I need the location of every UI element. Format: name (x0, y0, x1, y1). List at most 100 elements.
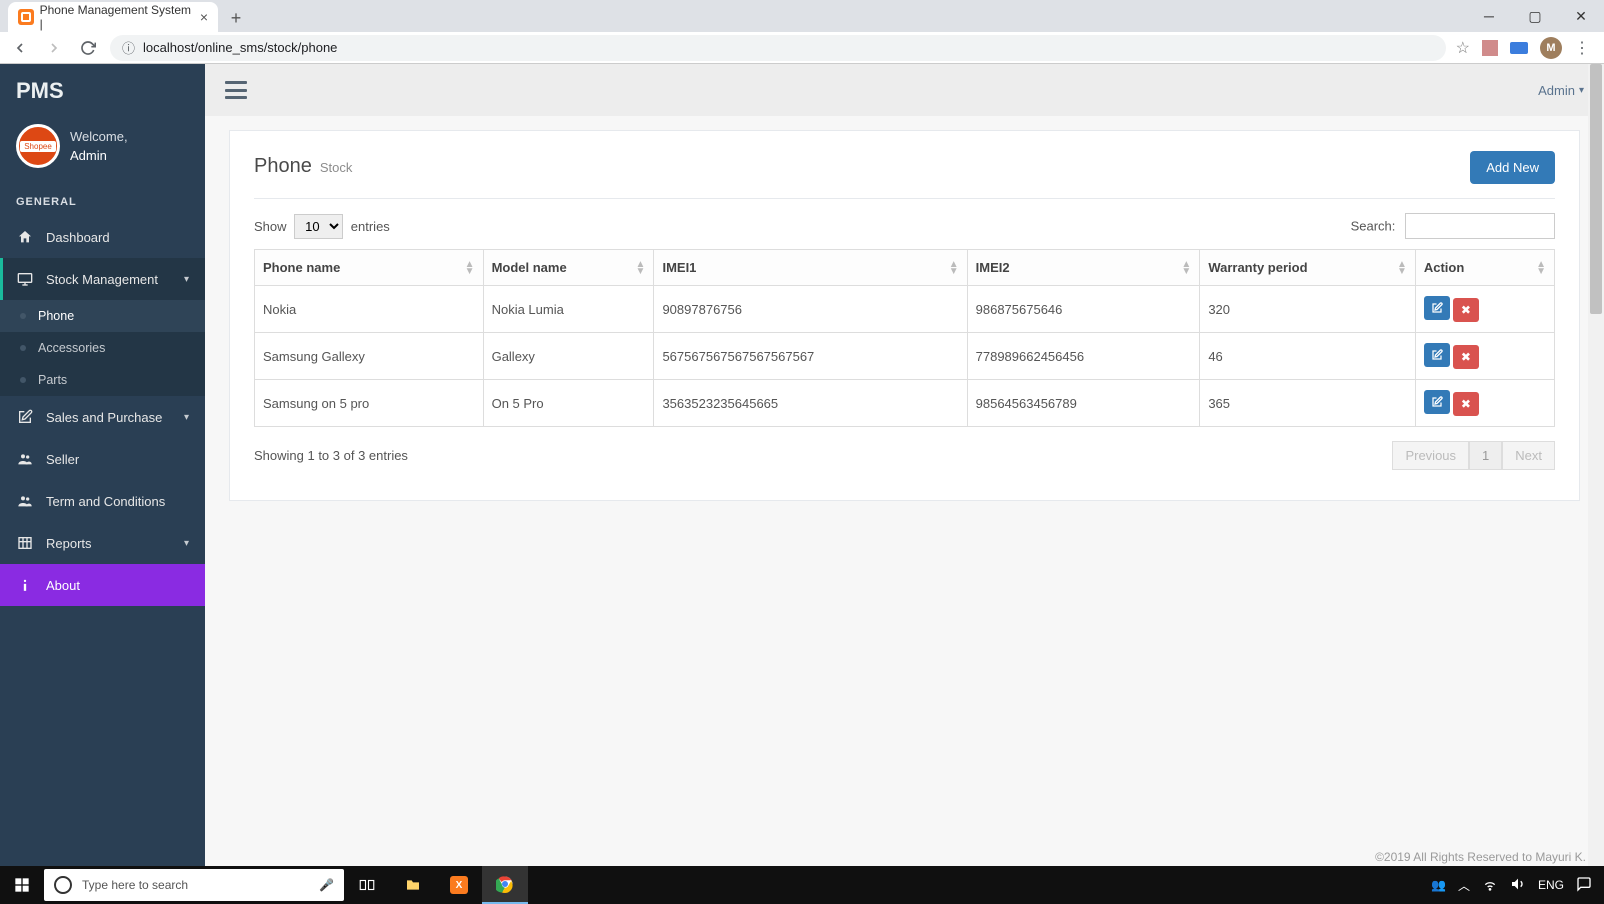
home-icon (16, 228, 34, 246)
delete-button[interactable]: ✖ (1453, 345, 1479, 369)
sort-icon: ▲▼ (1536, 261, 1546, 275)
sidebar-item-seller[interactable]: Seller (0, 438, 205, 480)
sidebar-subitem-accessories[interactable]: Accessories (0, 332, 205, 364)
info-icon: ⓘ (122, 38, 135, 57)
language-indicator[interactable]: ENG (1538, 878, 1564, 892)
chevron-down-icon: ▾ (184, 412, 189, 423)
sidebar-subitem-parts[interactable]: Parts (0, 364, 205, 396)
taskbar-search[interactable]: Type here to search 🎤 (44, 869, 344, 901)
sidebar-item-about[interactable]: About (0, 564, 205, 606)
scrollbar-thumb[interactable] (1590, 64, 1602, 314)
volume-icon[interactable] (1510, 876, 1526, 895)
delete-button[interactable]: ✖ (1453, 392, 1479, 416)
notifications-icon[interactable] (1576, 876, 1592, 895)
file-explorer-icon[interactable] (390, 866, 436, 904)
chrome-icon[interactable] (482, 866, 528, 904)
col-model-name[interactable]: Model name▲▼ (483, 250, 654, 286)
browser-menu-icon[interactable]: ⋮ (1574, 38, 1590, 58)
page-title-main: Phone (254, 155, 312, 178)
sidebar-item-dashboard[interactable]: Dashboard (0, 216, 205, 258)
wifi-icon[interactable] (1482, 876, 1498, 895)
sidebar-subitem-phone[interactable]: Phone (0, 300, 205, 332)
address-bar[interactable]: ⓘ localhost/online_sms/stock/phone (110, 35, 1446, 61)
table-info: Showing 1 to 3 of 3 entries (254, 448, 408, 463)
sort-icon: ▲▼ (1397, 261, 1407, 275)
sidebar-label: Seller (46, 452, 79, 467)
col-label: IMEI2 (976, 260, 1010, 275)
cell-imei2: 98564563456789 (967, 380, 1200, 427)
col-action: Action ▲▼ (1415, 250, 1554, 286)
xampp-icon[interactable]: X (436, 866, 482, 904)
avatar-icon: Shopee (16, 124, 60, 168)
sidebar-item-sales-purchase[interactable]: Sales and Purchase ▾ (0, 396, 205, 438)
sidebar: PMS Shopee Welcome, Admin GENERAL Dashbo… (0, 64, 205, 866)
xampp-favicon-icon (18, 9, 34, 25)
table-row: NokiaNokia Lumia908978767569868756756463… (255, 286, 1555, 333)
submenu-label: Accessories (38, 341, 105, 355)
hamburger-menu-icon[interactable] (225, 81, 247, 99)
table-row: Samsung on 5 proOn 5 Pro3563523235645665… (255, 380, 1555, 427)
edit-button[interactable] (1424, 296, 1450, 320)
sidebar-label: Reports (46, 536, 92, 551)
mic-icon[interactable]: 🎤 (319, 878, 334, 892)
search-placeholder: Type here to search (82, 878, 188, 892)
submenu-label: Parts (38, 373, 67, 387)
edit-button[interactable] (1424, 343, 1450, 367)
window-minimize-button[interactable]: ─ (1466, 0, 1512, 32)
chevron-down-icon: ▾ (184, 274, 189, 285)
col-label: Phone name (263, 260, 340, 275)
table-icon (16, 534, 34, 552)
forward-button[interactable] (42, 36, 66, 60)
next-page-button[interactable]: Next (1502, 441, 1555, 470)
col-imei1[interactable]: IMEI1▲▼ (654, 250, 967, 286)
col-phone-name[interactable]: Phone name▲▼ (255, 250, 484, 286)
page-size-select[interactable]: 10 (294, 214, 343, 239)
col-warranty[interactable]: Warranty period▲▼ (1200, 250, 1416, 286)
browser-tab[interactable]: Phone Management System | × (8, 2, 218, 32)
cell-imei2: 986875675646 (967, 286, 1200, 333)
delete-button[interactable]: ✖ (1453, 298, 1479, 322)
people-icon[interactable]: 👥 (1431, 878, 1446, 892)
window-close-button[interactable]: ✕ (1558, 0, 1604, 32)
profile-avatar[interactable]: M (1540, 37, 1562, 59)
page-title-sub: Stock (320, 160, 353, 175)
window-maximize-button[interactable]: ▢ (1512, 0, 1558, 32)
search-control: Search: (1351, 213, 1555, 239)
sidebar-item-terms[interactable]: Term and Conditions (0, 480, 205, 522)
back-button[interactable] (8, 36, 32, 60)
scrollbar[interactable] (1588, 64, 1604, 866)
cell-phone-name: Samsung Gallexy (255, 333, 484, 380)
url-text: localhost/online_sms/stock/phone (143, 40, 337, 55)
sort-icon: ▲▼ (949, 261, 959, 275)
entries-selector: Show 10 entries (254, 214, 390, 239)
cell-warranty: 320 (1200, 286, 1416, 333)
prev-page-button[interactable]: Previous (1392, 441, 1469, 470)
user-dropdown[interactable]: Admin ▾ (1538, 83, 1584, 98)
edit-button[interactable] (1424, 390, 1450, 414)
extension-icon[interactable] (1482, 40, 1498, 56)
extension-icon[interactable] (1510, 42, 1528, 54)
tab-close-icon[interactable]: × (200, 9, 208, 25)
reload-button[interactable] (76, 36, 100, 60)
cell-model-name: Gallexy (483, 333, 654, 380)
task-view-icon[interactable] (344, 866, 390, 904)
add-new-button[interactable]: Add New (1470, 151, 1555, 184)
sidebar-item-reports[interactable]: Reports ▾ (0, 522, 205, 564)
sidebar-label: Sales and Purchase (46, 410, 162, 425)
tray-chevron-icon[interactable]: ︿ (1458, 877, 1470, 894)
cell-imei2: 778989662456456 (967, 333, 1200, 380)
search-input[interactable] (1405, 213, 1555, 239)
cell-model-name: On 5 Pro (483, 380, 654, 427)
users-icon (16, 492, 34, 510)
show-label: Show (254, 219, 287, 234)
col-imei2[interactable]: IMEI2▲▼ (967, 250, 1200, 286)
search-label: Search: (1351, 219, 1396, 234)
table-row: Samsung GallexyGallexy567567567567567567… (255, 333, 1555, 380)
page-number[interactable]: 1 (1469, 441, 1502, 470)
bookmark-star-icon[interactable]: ☆ (1456, 38, 1470, 58)
sidebar-item-stock-management[interactable]: Stock Management ▾ (0, 258, 205, 300)
start-button[interactable] (0, 866, 44, 904)
new-tab-button[interactable]: + (222, 4, 250, 32)
pagination: Previous 1 Next (1392, 441, 1555, 470)
col-label: Action (1424, 260, 1464, 275)
